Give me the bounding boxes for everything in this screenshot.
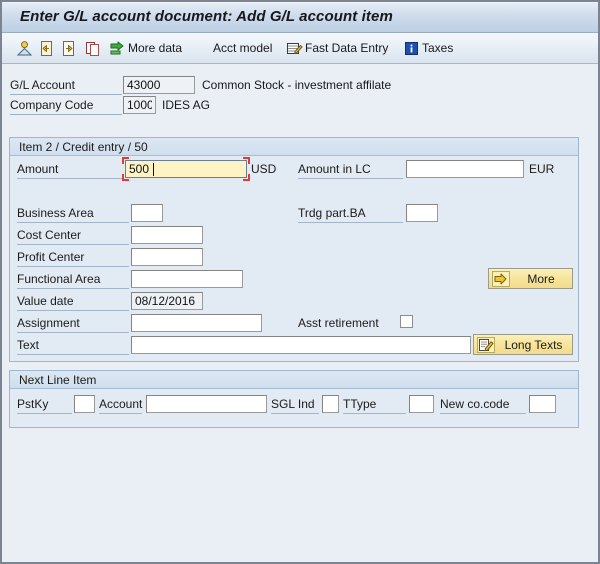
functional-area-input[interactable]: [131, 270, 243, 288]
text-label: Text: [17, 338, 40, 352]
toolbar-acct-model-button[interactable]: Acct model: [211, 33, 272, 63]
focus-corner-bottom-left: [122, 174, 129, 181]
value-date-input[interactable]: [131, 292, 203, 310]
gl-account-label: G/L Account: [10, 78, 75, 92]
value-date-label: Value date: [17, 294, 74, 308]
pstky-input[interactable]: [74, 395, 95, 413]
ttype-input[interactable]: [409, 395, 434, 413]
focus-corner-bottom-right: [243, 174, 250, 181]
business-area-label: Business Area: [17, 206, 94, 220]
account-label: Account: [99, 397, 143, 411]
gl-account-description: Common Stock - investment affilate: [202, 78, 392, 92]
next-line-item-body: PstKy Account SGL Ind TType New co.code: [10, 389, 578, 427]
next-line-item-title: Next Line Item: [19, 373, 97, 387]
amount-lc-currency: EUR: [529, 162, 555, 176]
window-title-bar: Enter G/L account document: Add G/L acco…: [2, 2, 598, 33]
person-icon: [16, 40, 33, 57]
toolbar-person-button[interactable]: [16, 33, 33, 63]
pencil-note-icon: [477, 336, 495, 353]
copy-icon: [84, 40, 101, 57]
cost-center-label: Cost Center: [17, 228, 82, 242]
account-input[interactable]: [146, 395, 267, 413]
next-line-item-panel: Next Line Item PstKy Account SGL Ind TTy…: [9, 370, 579, 428]
toolbar-acct-model-label: Acct model: [213, 41, 273, 55]
new-co-code-label: New co.code: [440, 397, 510, 411]
trdg-part-ba-label: Trdg part.BA: [298, 206, 366, 220]
asst-retirement-checkbox[interactable]: [400, 315, 413, 328]
asst-retirement-label: Asst retirement: [298, 316, 379, 330]
toolbar-copy-button[interactable]: [84, 33, 101, 63]
assignment-input[interactable]: [131, 314, 262, 332]
amount-currency: USD: [251, 162, 277, 176]
sgl-ind-input[interactable]: [322, 395, 339, 413]
toolbar-fast-data-entry-button[interactable]: Fast Data Entry: [286, 33, 388, 63]
cost-center-input[interactable]: [131, 226, 203, 244]
amount-label: Amount: [17, 162, 59, 176]
profit-center-label: Profit Center: [17, 250, 85, 264]
toolbar-taxes-label: Taxes: [422, 41, 454, 55]
text-caret: [153, 163, 154, 176]
toolbar-next-item-button[interactable]: [60, 33, 77, 63]
application-toolbar: More data Acct model Fast Data Entry Tax…: [2, 33, 598, 64]
toolbar-previous-item-button[interactable]: [38, 33, 55, 63]
previous-item-icon: [38, 40, 55, 57]
trdg-part-ba-input[interactable]: [406, 204, 438, 222]
more-button-label: More: [527, 271, 555, 286]
new-co-code-input[interactable]: [529, 395, 556, 413]
item-panel-title: Item 2 / Credit entry / 50: [19, 140, 148, 154]
item-panel-title-bar: Item 2 / Credit entry / 50: [10, 138, 578, 156]
more-button[interactable]: More: [488, 268, 573, 289]
focus-corner-top-left: [122, 157, 129, 164]
company-code-label: Company Code: [10, 98, 94, 112]
functional-area-label: Functional Area: [17, 272, 101, 286]
amount-lc-label: Amount in LC: [298, 162, 371, 176]
arrow-right-icon: [492, 270, 510, 287]
sap-window: Enter G/L account document: Add G/L acco…: [0, 0, 600, 564]
more-data-icon: [109, 40, 126, 57]
long-texts-button[interactable]: Long Texts: [473, 334, 573, 355]
company-code-description: IDES AG: [162, 98, 211, 112]
fast-data-entry-icon: [286, 40, 303, 57]
next-line-item-title-bar: Next Line Item: [10, 371, 578, 389]
company-code-input[interactable]: [123, 96, 156, 114]
toolbar-more-data-button[interactable]: More data: [109, 33, 182, 63]
business-area-input[interactable]: [131, 204, 163, 222]
gl-account-input[interactable]: [123, 76, 195, 94]
pstky-label: PstKy: [17, 397, 49, 411]
amount-lc-input[interactable]: [406, 160, 524, 178]
taxes-info-icon: [403, 40, 420, 57]
sgl-ind-label: SGL Ind: [271, 397, 315, 411]
page-title: Enter G/L account document: Add G/L acco…: [20, 8, 393, 25]
profit-center-input[interactable]: [131, 248, 203, 266]
toolbar-fast-data-entry-label: Fast Data Entry: [305, 41, 389, 55]
next-item-icon: [60, 40, 77, 57]
focus-corner-top-right: [243, 157, 250, 164]
ttype-label: TType: [343, 397, 377, 411]
amount-focus-frame: [122, 157, 250, 181]
text-input[interactable]: [131, 336, 471, 354]
toolbar-more-data-label: More data: [128, 41, 183, 55]
long-texts-button-label: Long Texts: [504, 337, 563, 352]
item-panel: Item 2 / Credit entry / 50 Amount USD Am…: [9, 137, 579, 362]
assignment-label: Assignment: [17, 316, 80, 330]
item-panel-body: Amount USD Amount in LC EUR Business Are…: [10, 156, 578, 361]
amount-input[interactable]: [125, 160, 247, 178]
toolbar-taxes-button[interactable]: Taxes: [403, 33, 453, 63]
